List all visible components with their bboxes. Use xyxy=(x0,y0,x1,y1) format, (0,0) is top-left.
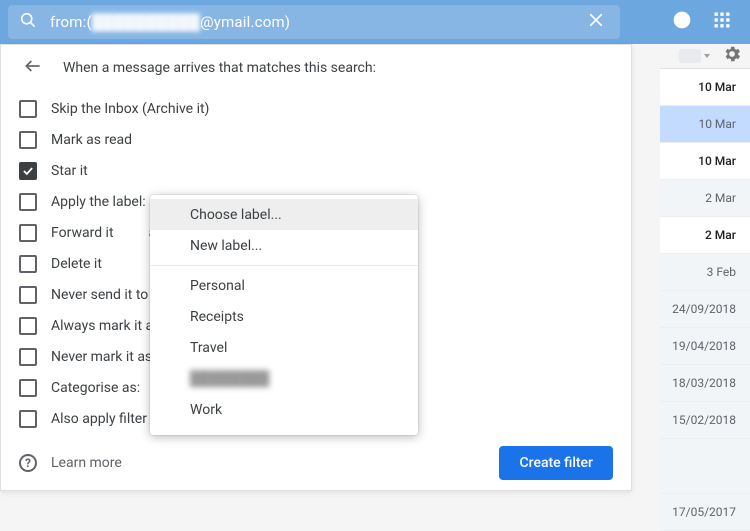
clear-search-icon[interactable] xyxy=(582,6,610,38)
message-row[interactable]: 2 Mar xyxy=(660,180,750,217)
message-row[interactable]: 2 Mar xyxy=(660,217,750,254)
message-row[interactable]: 10 Mar xyxy=(660,143,750,180)
message-row[interactable]: 19/04/2018 xyxy=(660,328,750,365)
message-row[interactable]: 10 Mar xyxy=(660,69,750,106)
option-label: Apply the label: xyxy=(51,194,146,210)
checkbox[interactable] xyxy=(19,131,37,149)
learn-more-link[interactable]: Learn more xyxy=(51,455,122,471)
message-row[interactable]: 18/03/2018 xyxy=(660,365,750,402)
option-star-it[interactable]: Star it xyxy=(19,155,631,186)
option-label: Mark as read xyxy=(51,132,132,148)
menu-separator xyxy=(150,265,418,266)
checkbox[interactable] xyxy=(19,100,37,118)
option-mark-read[interactable]: Mark as read xyxy=(19,124,631,155)
menu-choose-label[interactable]: Choose label... xyxy=(150,199,418,230)
checkbox[interactable] xyxy=(19,193,37,211)
message-gap xyxy=(660,439,750,494)
create-filter-button[interactable]: Create filter xyxy=(499,446,613,480)
checkbox[interactable] xyxy=(19,379,37,397)
option-label: Categorise as: xyxy=(51,380,140,396)
settings-gear-icon[interactable] xyxy=(722,44,742,68)
header-actions xyxy=(672,10,742,34)
message-row[interactable]: 15/02/2018 xyxy=(660,402,750,439)
apps-icon[interactable] xyxy=(712,10,732,34)
right-toolbar xyxy=(660,44,750,69)
panel-title: When a message arrives that matches this… xyxy=(63,60,376,76)
option-label: Delete it xyxy=(51,256,102,272)
message-row[interactable]: 24/09/2018 xyxy=(660,291,750,328)
help-icon[interactable] xyxy=(672,10,692,34)
back-arrow-icon[interactable] xyxy=(23,56,43,80)
menu-new-label[interactable]: New label... xyxy=(150,230,418,261)
menu-label-item[interactable]: ████████ xyxy=(150,363,418,394)
message-row[interactable]: 10 Mar xyxy=(660,106,750,143)
help-icon[interactable]: ? xyxy=(19,454,37,472)
checkbox[interactable] xyxy=(19,162,37,180)
menu-label-item[interactable]: Receipts xyxy=(150,301,418,332)
message-date-list: 10 Mar 10 Mar 10 Mar 2 Mar 2 Mar 3 Feb 2… xyxy=(660,69,750,531)
option-label: Forward it xyxy=(51,225,114,241)
label-menu: Choose label... New label... Personal Re… xyxy=(150,195,418,435)
checkbox[interactable] xyxy=(19,410,37,428)
checkbox[interactable] xyxy=(19,286,37,304)
menu-label-item[interactable]: Travel xyxy=(150,332,418,363)
option-label: Skip the Inbox (Archive it) xyxy=(51,101,209,117)
search-query: from:(██████████@ymail.com) xyxy=(50,13,582,31)
search-field[interactable]: from:(██████████@ymail.com) xyxy=(8,5,620,39)
option-label: Star it xyxy=(51,163,88,179)
checkbox[interactable] xyxy=(19,348,37,366)
checkbox[interactable] xyxy=(19,317,37,335)
right-rail: 10 Mar 10 Mar 10 Mar 2 Mar 2 Mar 3 Feb 2… xyxy=(660,44,750,517)
input-tools-icon[interactable] xyxy=(679,49,710,63)
message-row[interactable]: 17/05/2017 xyxy=(660,494,750,531)
app-header: from:(██████████@ymail.com) xyxy=(0,0,750,44)
checkbox[interactable] xyxy=(19,224,37,242)
search-icon xyxy=(18,10,38,34)
message-row[interactable]: 3 Feb xyxy=(660,254,750,291)
option-skip-inbox[interactable]: Skip the Inbox (Archive it) xyxy=(19,93,631,124)
menu-label-item[interactable]: Personal xyxy=(150,270,418,301)
checkbox[interactable] xyxy=(19,255,37,273)
menu-label-item[interactable]: Work xyxy=(150,394,418,425)
